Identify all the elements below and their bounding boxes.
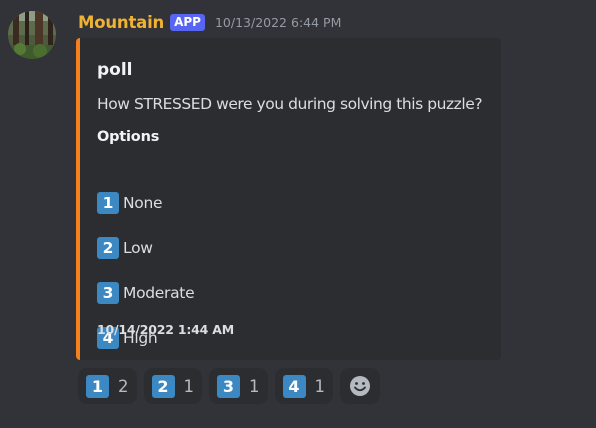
option-item: 3 Moderate (97, 282, 195, 304)
keycap-3-icon: 3 (217, 374, 240, 398)
reaction-3[interactable]: 3 1 (209, 368, 268, 404)
reaction-count: 2 (118, 376, 129, 396)
options-field-name: Options (97, 129, 160, 145)
keycap-1-icon: 1 (97, 192, 119, 214)
reaction-1[interactable]: 1 2 (78, 368, 137, 404)
reaction-2[interactable]: 2 1 (143, 368, 202, 404)
username[interactable]: Mountain (78, 13, 164, 32)
reaction-4[interactable]: 4 1 (274, 368, 333, 404)
message-timestamp: 10/13/2022 6:44 PM (214, 14, 342, 30)
keycap-2-icon: 2 (97, 237, 119, 259)
reactions-bar: 1 2 2 1 3 1 4 1 (78, 368, 380, 404)
reaction-count: 1 (183, 376, 195, 396)
forest-avatar-icon (8, 11, 56, 59)
reaction-count: 1 (249, 376, 260, 396)
option-label: None (123, 194, 163, 212)
keycap-4-icon: 4 (282, 374, 306, 398)
embed-description: How STRESSED were you during solving thi… (97, 95, 483, 113)
reaction-count: 1 (314, 376, 326, 396)
poll-embed: poll How STRESSED were you during solvin… (76, 38, 501, 360)
keycap-3-icon: 3 (97, 282, 119, 304)
avatar[interactable] (8, 11, 56, 59)
keycap-1-icon: 1 (86, 374, 109, 398)
option-label: Moderate (123, 284, 195, 302)
app-badge: APP (170, 13, 205, 31)
embed-title: poll (97, 60, 133, 80)
embed-footer-timestamp: 10/14/2022 1:44 AM (97, 322, 235, 337)
option-label: Low (123, 239, 153, 257)
chat-message: Mountain APP 10/13/2022 6:44 PM poll How… (0, 0, 596, 428)
keycap-2-icon: 2 (151, 374, 175, 398)
option-item: 1 None (97, 192, 163, 214)
add-reaction-button[interactable] (340, 368, 380, 404)
message-header: Mountain APP 10/13/2022 6:44 PM (78, 9, 341, 35)
smiley-add-reaction-icon (350, 376, 370, 396)
option-item: 2 Low (97, 237, 153, 259)
